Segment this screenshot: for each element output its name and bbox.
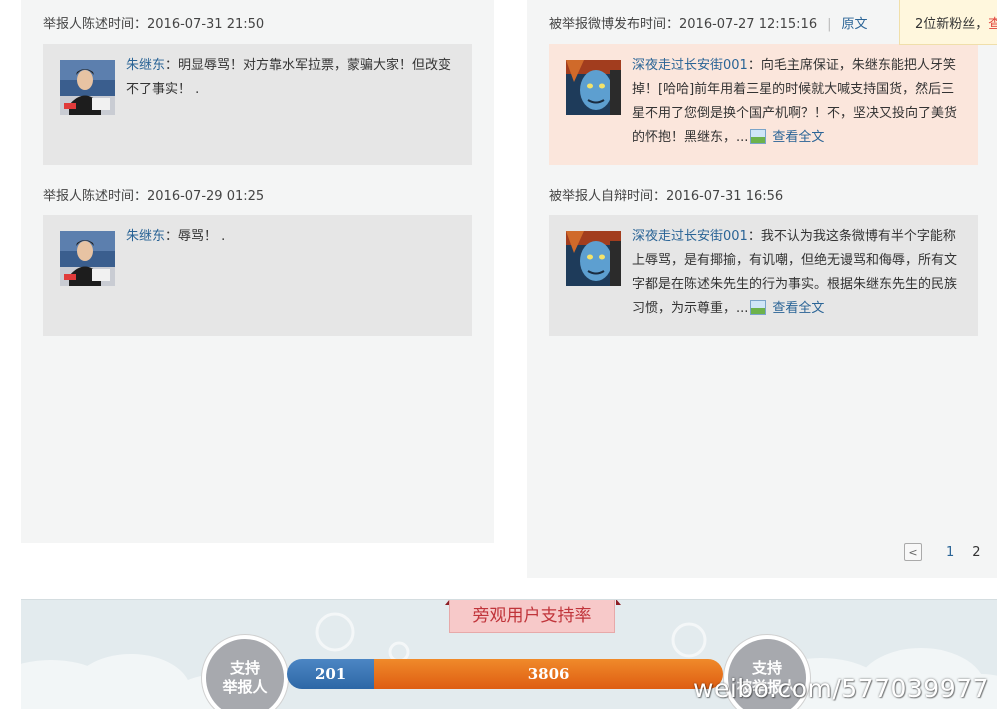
weibo-watermark: weibo.com/577039977 [693,674,989,703]
post-line: 掉！[哈哈]前年用着三星的时候就大喊支持国货，然后三 [632,82,955,97]
pagination: < 1 2 [904,542,981,562]
reporter-statement-time-2: 举报人陈述时间：2016-07-29 01:25 [43,185,264,204]
post-line: 星不用了您倒是换个国产机啊？！不，坚决又投向了美货 [632,106,958,121]
reported-defense-time: 被举报人自辩时间：2016-07-31 16:56 [549,185,783,204]
user-link[interactable]: 深夜走过长安街001 [632,58,748,73]
separator: | [827,17,832,32]
post-line: 的怀抱！黑继东，... [632,130,749,145]
support-rate-bar: 201 3806 [287,659,723,689]
read-full-text-link[interactable]: 查看全文 [772,301,824,316]
reported-post-card: 深夜走过长安街001：向毛主席保证，朱继东能把人牙笑 掉！[哈哈]前年用着三星的… [549,44,978,165]
reported-avatar[interactable] [566,60,621,115]
picture-icon [750,129,767,144]
post-line: ：向毛主席保证，朱继东能把人牙笑 [747,58,956,73]
user-link[interactable]: 朱继东 [126,58,165,73]
user-link[interactable]: 深夜走过长安街001 [632,229,748,244]
statement-text: 朱继东：明显辱骂！对方靠水军拉票，蒙骗大家！但改变 不了事实！ . [126,54,451,102]
prev-page-button[interactable]: < [904,543,922,561]
meta-time: 2016-07-31 16:56 [666,189,784,204]
meta-label: 举报人陈述时间： [43,189,148,204]
reporter-support-segment: 201 [287,659,375,689]
read-full-text-link[interactable]: 查看全文 [772,130,824,145]
meta-label: 被举报微博发布时间： [549,17,680,32]
user-link[interactable]: 朱继东 [126,229,165,244]
page-1-link[interactable]: 1 [946,545,954,560]
new-followers-notice[interactable]: 2位新粉丝，查 [899,0,997,45]
post-text: 深夜走过长安街001：向毛主席保证，朱继东能把人牙笑 掉！[哈哈]前年用着三星的… [632,54,957,150]
support-rate-title-ribbon: 旁观用户支持率 [445,600,621,635]
reported-avatar[interactable] [566,231,621,286]
meta-label: 举报人陈述时间： [43,17,148,32]
meta-time: 2016-07-29 01:25 [147,189,265,204]
support-rate-title: 旁观用户支持率 [449,600,615,633]
statement-line: ：辱骂！ . [165,229,226,244]
reported-post-time: 被举报微博发布时间：2016-07-27 12:15:16 | 原文 [549,13,868,32]
meta-time: 2016-07-27 12:15:16 [679,17,818,32]
reporter-statement-card-1: 朱继东：明显辱骂！对方靠水军拉票，蒙骗大家！但改变 不了事实！ . [43,44,472,165]
defense-line: 字都是在陈述朱先生的行为事实。根据朱继东先生的民族 [632,277,958,292]
original-post-link[interactable]: 原文 [841,17,867,32]
reporter-statement-card-2: 朱继东：辱骂！ . [43,215,472,336]
statement-line: ：明显辱骂！对方靠水军拉票，蒙骗大家！但改变 [165,58,452,73]
defense-line: 上辱骂，是有揶揄，有讥嘲，但绝无谩骂和侮辱，所有文 [632,253,958,268]
reporter-statement-time-1: 举报人陈述时间：2016-07-31 21:50 [43,13,264,32]
meta-time: 2016-07-31 21:50 [147,17,265,32]
page-2-link[interactable]: 2 [972,545,980,560]
notice-text: 2位新粉丝， [915,17,989,32]
badge-label: 支持 [229,659,260,677]
statement-line: 不了事实！ . [126,82,200,97]
notice-link[interactable]: 查 [988,17,997,32]
badge-label: 举报人 [222,678,268,696]
statement-text: 朱继东：辱骂！ . [126,225,225,249]
meta-label: 被举报人自辩时间： [549,189,667,204]
reported-support-count: 3806 [527,665,570,683]
picture-icon [750,300,767,315]
reporter-support-count: 201 [314,665,347,683]
defense-line: 习惯，为示尊重，... [632,301,749,316]
reporter-avatar[interactable] [60,231,115,286]
reported-support-segment: 3806 [374,659,723,689]
reported-defense-card: 深夜走过长安街001：我不认为我这条微博有半个字能称 上辱骂，是有揶揄，有讥嘲，… [549,215,978,336]
reporter-avatar[interactable] [60,60,115,115]
defense-text: 深夜走过长安街001：我不认为我这条微博有半个字能称 上辱骂，是有揶揄，有讥嘲，… [632,225,957,321]
defense-line: ：我不认为我这条微博有半个字能称 [747,229,956,244]
